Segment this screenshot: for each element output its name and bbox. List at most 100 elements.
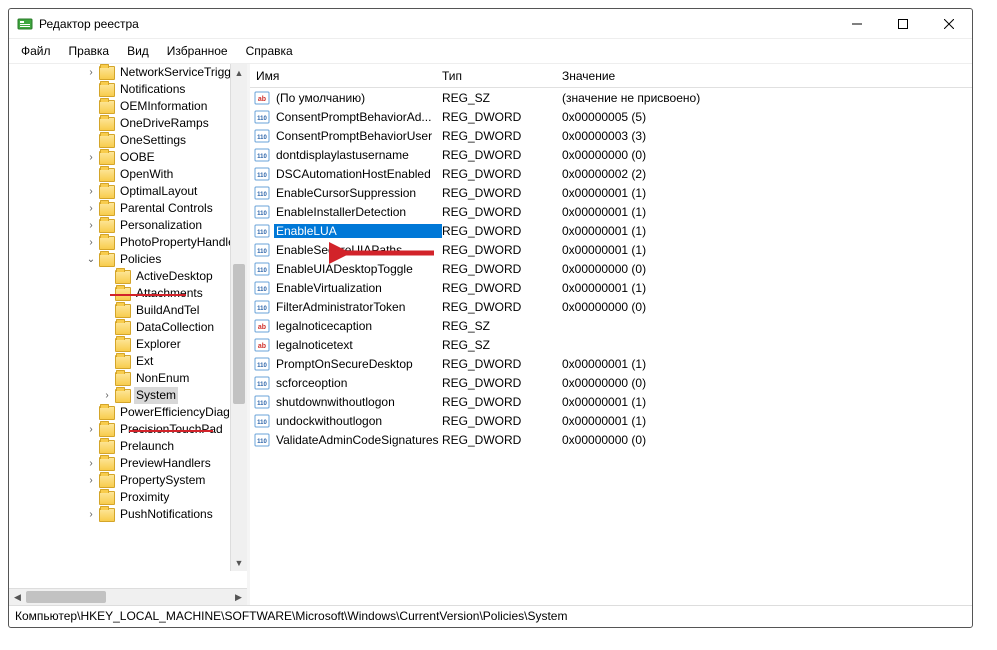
tree-node[interactable]: ›PreviewHandlers [9, 455, 247, 472]
tree-node[interactable]: › NetworkServiceTrigge [9, 64, 247, 81]
value-type: REG_DWORD [442, 433, 562, 447]
tree-node[interactable]: NonEnum [9, 370, 247, 387]
list-header[interactable]: Имя Тип Значение [250, 64, 972, 88]
scroll-down-icon[interactable]: ▼ [231, 554, 247, 571]
chevron-right-icon[interactable]: › [99, 387, 115, 404]
chevron-right-icon[interactable]: › [83, 149, 99, 166]
tree-node[interactable]: Proximity [9, 489, 247, 506]
value-data: 0x00000000 (0) [562, 148, 972, 162]
tree-node[interactable]: › Parental Controls [9, 200, 247, 217]
value-row[interactable]: 110PromptOnSecureDesktopREG_DWORD0x00000… [250, 354, 972, 373]
titlebar[interactable]: Редактор реестра [9, 9, 972, 39]
menu-help[interactable]: Справка [238, 41, 301, 61]
tree-node[interactable]: ⌄Policies [9, 251, 247, 268]
chevron-right-icon[interactable]: › [83, 455, 99, 472]
scroll-thumb[interactable] [26, 591, 106, 603]
value-row[interactable]: 110FilterAdministratorTokenREG_DWORD0x00… [250, 297, 972, 316]
tree-scrollbar-horizontal[interactable]: ◀ ▶ [9, 588, 247, 605]
tree-node[interactable]: OneSettings [9, 132, 247, 149]
minimize-button[interactable] [834, 9, 880, 39]
folder-icon [99, 202, 115, 216]
chevron-right-icon[interactable]: › [83, 506, 99, 523]
column-header-value[interactable]: Значение [562, 69, 972, 83]
column-header-type[interactable]: Тип [442, 69, 562, 83]
chevron-right-icon[interactable]: › [83, 200, 99, 217]
menu-view[interactable]: Вид [119, 41, 157, 61]
chevron-right-icon[interactable]: › [83, 421, 99, 438]
folder-icon [99, 134, 115, 148]
tree-node-label: Parental Controls [118, 200, 215, 217]
value-row[interactable]: 110EnableCursorSuppressionREG_DWORD0x000… [250, 183, 972, 202]
tree-node[interactable]: DataCollection [9, 319, 247, 336]
value-row[interactable]: 110scforceoptionREG_DWORD0x00000000 (0) [250, 373, 972, 392]
menu-favorites[interactable]: Избранное [159, 41, 236, 61]
value-row[interactable]: 110EnableVirtualizationREG_DWORD0x000000… [250, 278, 972, 297]
value-row[interactable]: 110EnableUIADesktopToggleREG_DWORD0x0000… [250, 259, 972, 278]
menu-file[interactable]: Файл [13, 41, 59, 61]
svg-text:110: 110 [257, 230, 267, 236]
value-data: 0x00000000 (0) [562, 300, 972, 314]
app-icon [17, 16, 33, 32]
value-row[interactable]: ablegalnoticecaptionREG_SZ [250, 316, 972, 335]
value-row[interactable]: 110EnableInstallerDetectionREG_DWORD0x00… [250, 202, 972, 221]
tree-node[interactable]: ›PhotoPropertyHandle [9, 234, 247, 251]
value-data: 0x00000001 (1) [562, 243, 972, 257]
tree-node[interactable]: Prelaunch [9, 438, 247, 455]
tree-node[interactable]: ActiveDesktop [9, 268, 247, 285]
scroll-left-icon[interactable]: ◀ [9, 589, 26, 605]
tree-node[interactable]: OpenWith [9, 166, 247, 183]
maximize-button[interactable] [880, 9, 926, 39]
scroll-right-icon[interactable]: ▶ [230, 589, 247, 605]
tree-node[interactable]: OneDriveRamps [9, 115, 247, 132]
tree-node-label: NetworkServiceTrigge [118, 64, 240, 81]
value-row[interactable]: 110EnableLUAREG_DWORD0x00000001 (1) [250, 221, 972, 240]
column-header-name[interactable]: Имя [250, 69, 442, 83]
chevron-right-icon[interactable]: › [83, 64, 99, 81]
tree-node[interactable]: Explorer [9, 336, 247, 353]
value-type: REG_DWORD [442, 110, 562, 124]
value-row[interactable]: 110dontdisplaylastusernameREG_DWORD0x000… [250, 145, 972, 164]
value-row[interactable]: 110ConsentPromptBehaviorUserREG_DWORD0x0… [250, 126, 972, 145]
registry-editor-window: Редактор реестра Файл Правка Вид Избранн… [8, 8, 973, 628]
tree-node[interactable]: OEMInformation [9, 98, 247, 115]
tree-node[interactable]: ›System [9, 387, 247, 404]
svg-text:110: 110 [257, 154, 267, 160]
value-row[interactable]: 110DSCAutomationHostEnabledREG_DWORD0x00… [250, 164, 972, 183]
tree-node[interactable]: ›OOBE [9, 149, 247, 166]
tree-node[interactable]: Notifications [9, 81, 247, 98]
value-row[interactable]: 110ValidateAdminCodeSignaturesREG_DWORD0… [250, 430, 972, 449]
value-row[interactable]: ab(По умолчанию)REG_SZ(значение не присв… [250, 88, 972, 107]
chevron-right-icon[interactable]: › [83, 234, 99, 251]
value-row[interactable]: 110shutdownwithoutlogonREG_DWORD0x000000… [250, 392, 972, 411]
folder-icon [99, 491, 115, 505]
chevron-right-icon[interactable]: › [83, 217, 99, 234]
tree-scrollbar-vertical[interactable]: ▲ ▼ [230, 64, 247, 571]
value-data: 0x00000000 (0) [562, 376, 972, 390]
chevron-right-icon[interactable]: › [83, 183, 99, 200]
reg-binary-icon: 110 [254, 356, 270, 372]
tree-node[interactable]: ›Personalization [9, 217, 247, 234]
tree-node[interactable]: BuildAndTel [9, 302, 247, 319]
tree-node[interactable]: ›PropertySystem [9, 472, 247, 489]
scroll-up-icon[interactable]: ▲ [231, 64, 247, 81]
tree-node[interactable]: PowerEfficiencyDiagn [9, 404, 247, 421]
tree[interactable]: › NetworkServiceTriggeNotificationsOEMInf… [9, 64, 247, 588]
svg-text:110: 110 [257, 382, 267, 388]
menu-edit[interactable]: Правка [61, 41, 118, 61]
folder-icon [99, 457, 115, 471]
chevron-down-icon[interactable]: ⌄ [83, 251, 99, 268]
value-row[interactable]: 110EnableSecureUIAPathsREG_DWORD0x000000… [250, 240, 972, 259]
window-title: Редактор реестра [39, 17, 834, 31]
tree-node-label: BuildAndTel [134, 302, 201, 319]
value-name: EnableSecureUIAPaths [274, 243, 442, 257]
value-row[interactable]: 110undockwithoutlogonREG_DWORD0x00000001… [250, 411, 972, 430]
folder-icon [99, 83, 115, 97]
chevron-right-icon[interactable]: › [83, 472, 99, 489]
value-row[interactable]: 110ConsentPromptBehaviorAd...REG_DWORD0x… [250, 107, 972, 126]
value-row[interactable]: ablegalnoticetextREG_SZ [250, 335, 972, 354]
tree-node[interactable]: ›OptimalLayout [9, 183, 247, 200]
tree-node[interactable]: Ext [9, 353, 247, 370]
close-button[interactable] [926, 9, 972, 39]
scroll-thumb[interactable] [233, 264, 245, 404]
tree-node[interactable]: ›PushNotifications [9, 506, 247, 523]
